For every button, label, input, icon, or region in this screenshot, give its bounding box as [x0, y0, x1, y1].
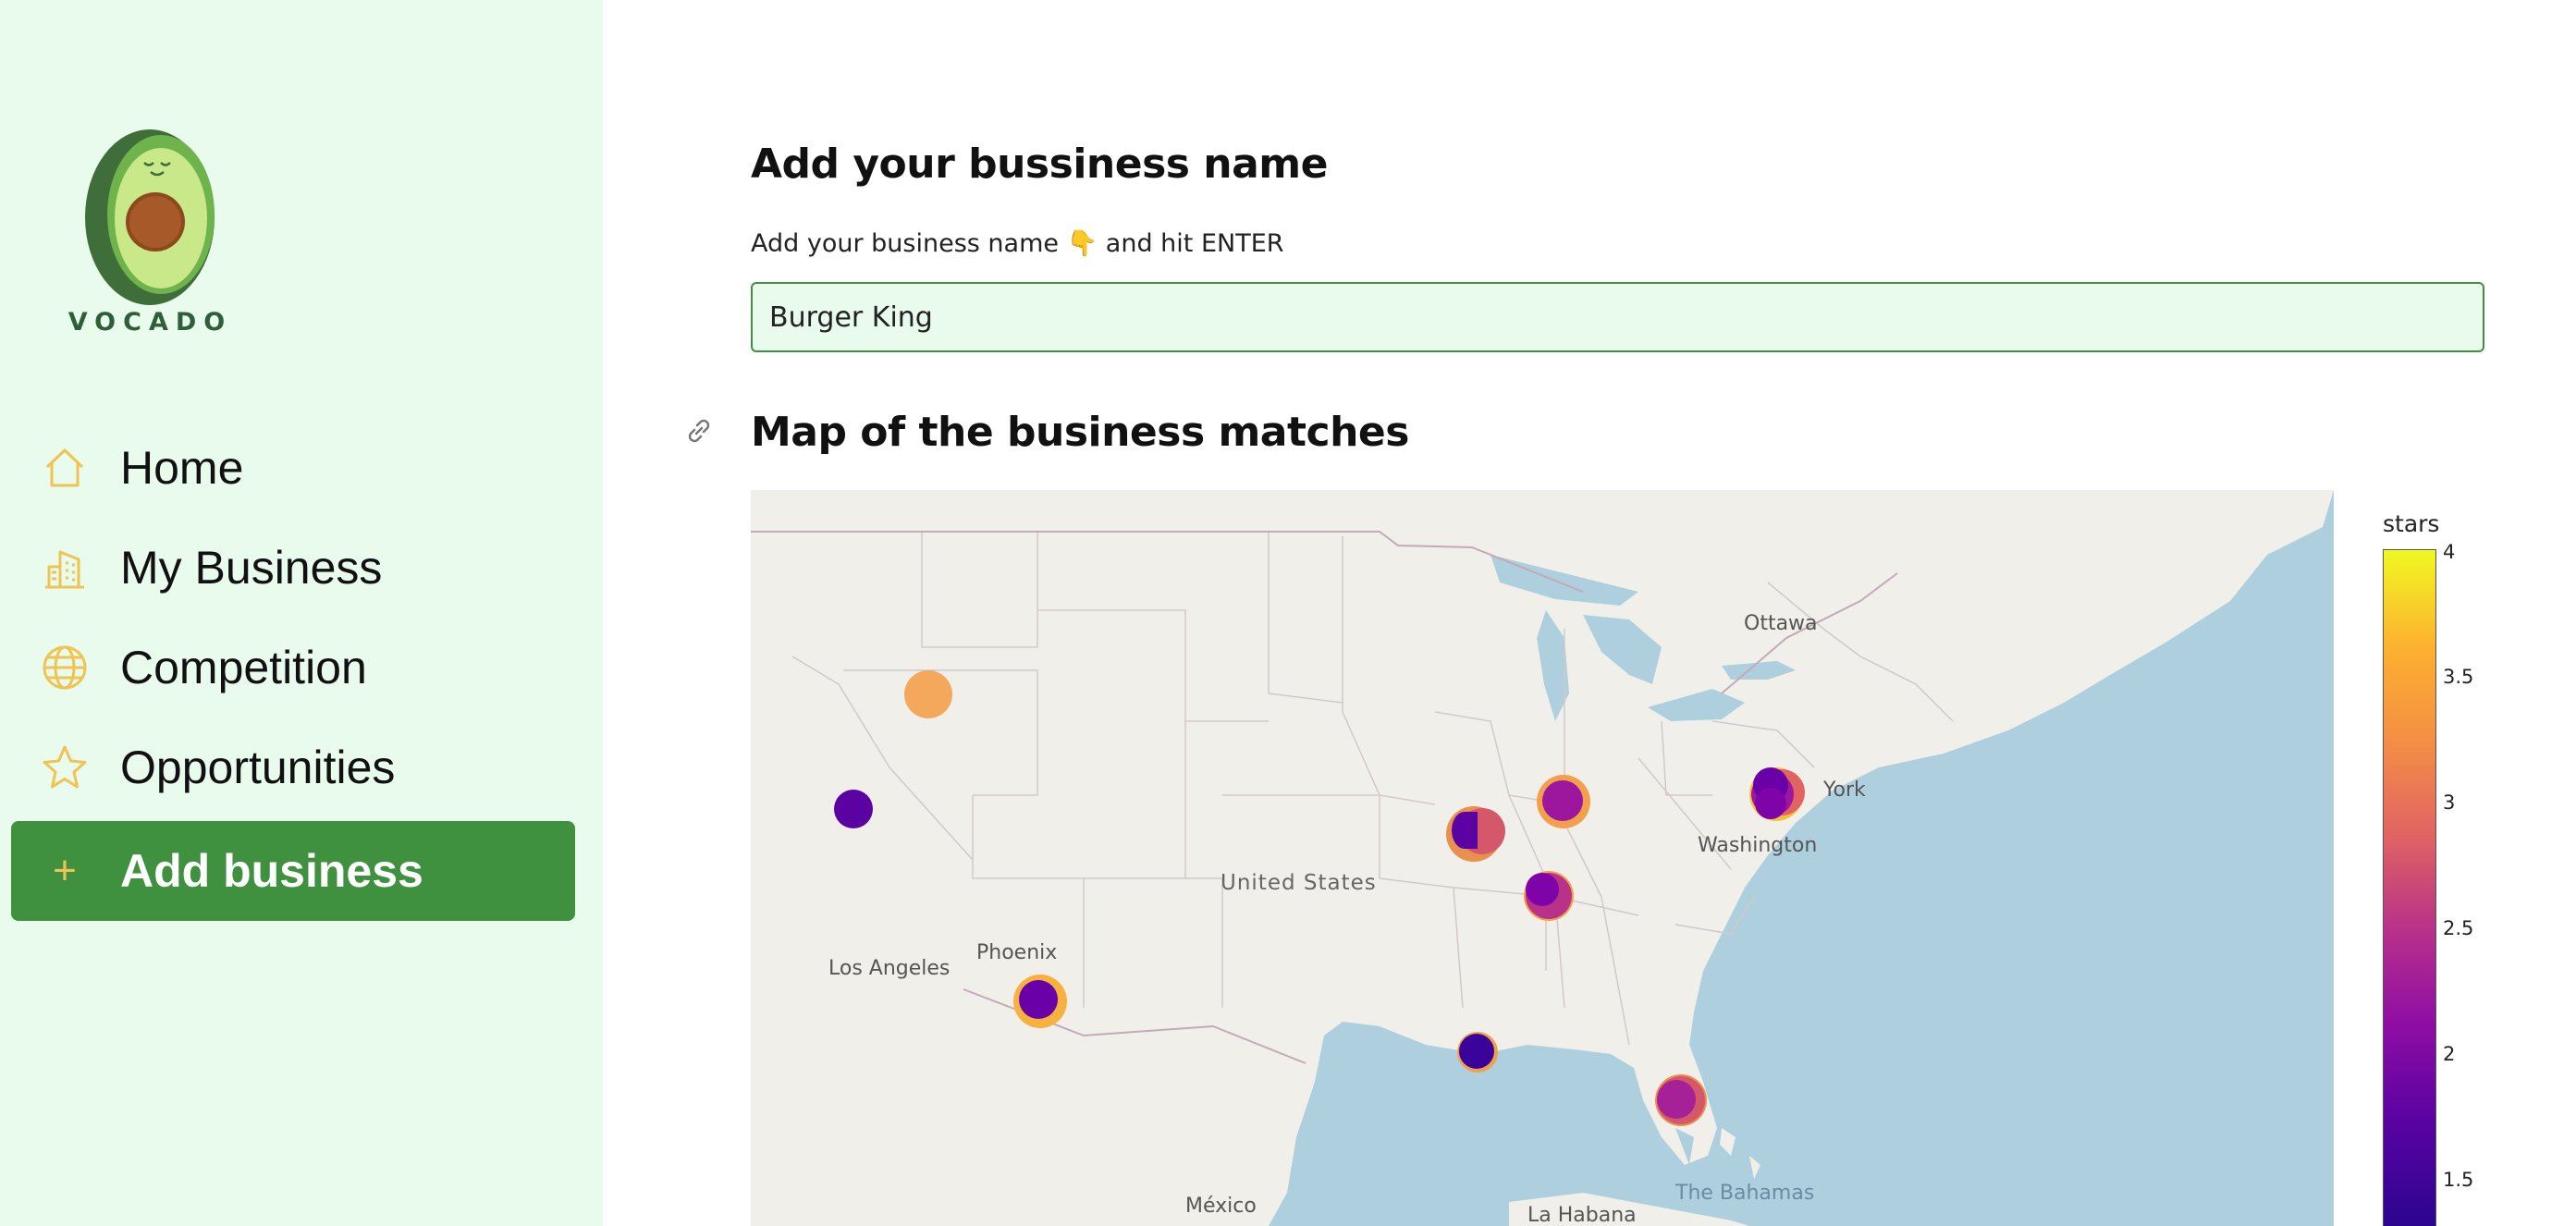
map-marker[interactable] — [904, 670, 952, 718]
map-label-washington: Washington — [1698, 834, 1818, 857]
sidebar-item-label: Opportunities — [120, 742, 396, 793]
input-label-text-end: and hit ENTER — [1105, 229, 1284, 258]
building-icon — [39, 542, 91, 594]
map-label-york: York — [1823, 779, 1866, 802]
map-label-phoenix: Phoenix — [976, 941, 1058, 964]
map-label-ottawa: Ottawa — [1744, 612, 1818, 635]
map-marker[interactable] — [1019, 980, 1058, 1019]
map-landmass — [751, 490, 2334, 1226]
sidebar-item-label: Add business — [120, 845, 423, 897]
main-content: Add your bussiness name Add your busines… — [603, 0, 2576, 1226]
map-marker[interactable] — [1657, 1080, 1696, 1119]
sidebar-item-home[interactable]: Home — [11, 418, 575, 518]
map-marker[interactable] — [834, 790, 873, 828]
sidebar-nav: Home My Business Competition Opportuniti… — [11, 418, 575, 921]
sidebar: VOCADO Home My Business Competition Oppo… — [0, 0, 603, 1226]
sidebar-item-my-business[interactable]: My Business — [11, 518, 575, 618]
sidebar-item-label: My Business — [120, 542, 383, 594]
map-marker[interactable] — [1459, 1034, 1494, 1069]
sidebar-item-opportunities[interactable]: Opportunities — [11, 717, 575, 817]
sidebar-item-label: Home — [120, 442, 244, 494]
map-label-los-angeles: Los Angeles — [828, 957, 951, 980]
map-label-la-habana: La Habana — [1527, 1204, 1637, 1226]
business-map[interactable]: Ottawa York Washington United States Pho… — [751, 490, 2334, 1226]
colorbar-tick: 3.5 — [2443, 666, 2474, 688]
page-title: Add your bussiness name — [751, 141, 1328, 188]
map-marker[interactable] — [1542, 780, 1583, 821]
sidebar-item-competition[interactable]: Competition — [11, 618, 575, 717]
sidebar-item-label: Competition — [120, 642, 367, 693]
map-label-bahamas: The Bahamas — [1675, 1182, 1815, 1205]
map-marker[interactable] — [1526, 873, 1559, 906]
input-label: Add your business name 👇 and hit ENTER — [751, 228, 1284, 258]
map-label-mexico: México — [1185, 1195, 1257, 1218]
pointing-down-icon: 👇 — [1066, 229, 1098, 258]
map-heading: Map of the business matches — [751, 409, 1409, 456]
home-icon — [39, 442, 91, 494]
map-label-united-states: United States — [1221, 871, 1377, 895]
business-name-input[interactable] — [751, 282, 2484, 352]
colorbar-tick: 1.5 — [2443, 1169, 2474, 1191]
anchor-link-icon[interactable] — [682, 414, 716, 447]
sidebar-item-add-business[interactable]: + Add business — [11, 821, 575, 921]
input-label-text: Add your business name — [751, 229, 1059, 258]
colorbar-tick: 3 — [2443, 791, 2456, 814]
colorbar-tick: 2.5 — [2443, 917, 2474, 939]
map-marker[interactable] — [1452, 812, 1478, 849]
colorbar-title: stars — [2383, 510, 2440, 537]
colorbar-tick: 4 — [2443, 541, 2456, 563]
colorbar — [2383, 549, 2436, 1226]
star-icon — [39, 742, 91, 793]
globe-icon — [39, 642, 91, 693]
brand-wordmark: VOCADO — [67, 308, 233, 337]
colorbar-tick: 2 — [2443, 1043, 2456, 1065]
map-marker[interactable] — [1755, 788, 1786, 819]
plus-icon: + — [53, 848, 77, 893]
